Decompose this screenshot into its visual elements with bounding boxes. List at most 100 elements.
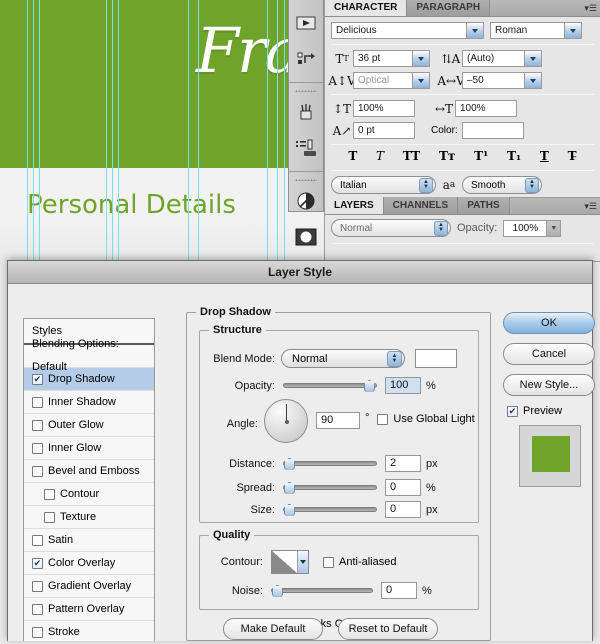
all-caps-button[interactable]: TT [402, 149, 421, 163]
dialog-footer-buttons[interactable]: Make Default Reset to Default [223, 618, 438, 640]
guide-line-8[interactable] [267, 0, 268, 262]
style-list-item[interactable]: Texture [24, 506, 154, 529]
layer-opacity-select[interactable]: 100% ▼ [503, 219, 562, 237]
style-enable-checkbox[interactable] [32, 373, 43, 385]
chevron-down-icon[interactable] [413, 50, 430, 67]
font-style-value[interactable]: Roman [490, 22, 565, 39]
style-enable-checkbox[interactable] [32, 534, 43, 546]
guide-line-9[interactable] [277, 0, 278, 262]
guide-line-7[interactable] [198, 0, 199, 262]
style-enable-checkbox[interactable] [32, 557, 43, 569]
chevron-down-icon[interactable] [467, 22, 484, 39]
style-list-item[interactable]: Inner Shadow [24, 391, 154, 414]
stepper-icon[interactable]: ▲ ▼ [419, 177, 433, 193]
slider-knob[interactable] [283, 457, 295, 470]
anti-aliased-checkbox[interactable] [323, 556, 334, 568]
style-enable-checkbox[interactable] [44, 511, 55, 523]
font-size-value[interactable]: 36 pt [353, 50, 413, 67]
preview-row[interactable]: Preview [507, 405, 595, 417]
opacity-input[interactable]: 100 [385, 377, 421, 394]
chevron-down-icon[interactable] [565, 22, 582, 39]
size-input[interactable]: 0 [385, 501, 421, 518]
guide-line-4[interactable] [112, 0, 113, 262]
size-slider[interactable] [283, 503, 377, 516]
guide-line-2[interactable] [39, 0, 40, 262]
noise-slider[interactable] [271, 584, 373, 597]
style-enable-checkbox[interactable] [44, 488, 55, 500]
document-canvas[interactable]: Fra Personal Details [0, 0, 330, 262]
layer-blend-mode-select[interactable]: Normal ▲ ▼ [331, 219, 451, 237]
baseline-shift-value[interactable]: 0 pt [353, 122, 415, 139]
kerning-value[interactable]: Optical [353, 72, 413, 89]
vertical-scale-value[interactable]: 100% [353, 100, 415, 117]
slider-knob[interactable] [283, 503, 295, 516]
spread-slider[interactable] [283, 481, 377, 494]
subscript-button[interactable]: T₁ [506, 149, 522, 163]
layers-panel[interactable]: LAYERS CHANNELS PATHS ▾☰ Normal ▲ ▼ Opaci… [324, 197, 600, 262]
style-list-item[interactable]: Pattern Overlay [24, 598, 154, 621]
tab-character[interactable]: CHARACTER [325, 0, 408, 16]
text-color-swatch[interactable] [461, 122, 524, 139]
panel-menu-icon[interactable]: ▾☰ [584, 3, 597, 14]
chevron-down-icon[interactable] [525, 50, 542, 67]
font-size-select[interactable]: 36 pt [353, 50, 430, 67]
small-caps-button[interactable]: Tт [438, 149, 456, 163]
underline-button[interactable]: T [539, 149, 550, 163]
cancel-button[interactable]: Cancel [503, 343, 595, 365]
language-select[interactable]: Italian ▲ ▼ [331, 176, 436, 194]
reset-to-default-button[interactable]: Reset to Default [338, 618, 438, 640]
horizontal-scale-value[interactable]: 100% [455, 100, 517, 117]
distance-input[interactable]: 2 [385, 455, 421, 472]
style-enable-checkbox[interactable] [32, 626, 43, 638]
guide-line-3[interactable] [106, 0, 107, 262]
guide-line-10[interactable] [284, 0, 285, 262]
tool-options-strip[interactable] [288, 0, 324, 246]
chevron-down-icon[interactable] [297, 551, 308, 573]
tab-layers[interactable]: LAYERS [325, 197, 384, 214]
guide-line-1[interactable] [33, 0, 34, 262]
clone-stamp-tool-icon[interactable] [289, 130, 323, 166]
play-tool-icon[interactable] [289, 5, 323, 41]
faux-italic-button[interactable]: T [375, 149, 385, 163]
faux-bold-button[interactable]: T [347, 149, 358, 163]
style-enable-checkbox[interactable] [32, 465, 43, 477]
tracking-value[interactable]: –50 [462, 72, 525, 89]
new-style-button[interactable]: New Style... [503, 374, 595, 396]
dodge-burn-tool-icon[interactable] [289, 183, 323, 219]
stepper-icon[interactable]: ▲ ▼ [525, 177, 539, 193]
opacity-slider[interactable] [283, 379, 377, 392]
styles-list-resize-handle[interactable] [161, 318, 171, 641]
leading-value[interactable]: (Auto) [462, 50, 525, 67]
slider-knob[interactable] [363, 379, 375, 392]
brush-tool-icon[interactable] [289, 94, 323, 130]
strikethrough-button[interactable]: T̵ [567, 149, 578, 163]
font-family-value[interactable]: Delicious [331, 22, 467, 39]
contour-preset-select[interactable] [271, 550, 309, 574]
chevron-down-icon[interactable] [525, 72, 542, 89]
style-enable-checkbox[interactable] [32, 603, 43, 615]
style-list-item[interactable]: Color Overlay [24, 552, 154, 575]
slider-knob[interactable] [283, 481, 295, 494]
kerning-select[interactable]: Optical [353, 72, 430, 89]
panel-menu-icon[interactable]: ▾☰ [584, 201, 597, 212]
style-enable-checkbox[interactable] [32, 442, 43, 454]
character-panel-tabs[interactable]: CHARACTER PARAGRAPH ▾☰ [325, 0, 600, 17]
make-default-button[interactable]: Make Default [223, 618, 323, 640]
tab-paths[interactable]: PATHS [458, 197, 510, 214]
tab-paragraph[interactable]: PARAGRAPH [407, 0, 491, 16]
style-list-item[interactable]: Inner Glow [24, 437, 154, 460]
font-family-select[interactable]: Delicious [331, 22, 484, 39]
tracking-select[interactable]: –50 [462, 72, 542, 89]
guide-line-5[interactable] [118, 0, 119, 262]
stepper-icon[interactable]: ▲ ▼ [387, 350, 402, 367]
style-list-item[interactable]: Gradient Overlay [24, 575, 154, 598]
type-style-buttons[interactable]: T T TT Tт T¹ T₁ T T̵ [325, 145, 600, 165]
character-panel[interactable]: CHARACTER PARAGRAPH ▾☰ Delicious Roman T… [324, 0, 600, 198]
style-enable-checkbox[interactable] [32, 396, 43, 408]
styles-list-items[interactable]: Blending Options: DefaultDrop Shadow Inne… [24, 338, 154, 644]
style-list-item[interactable]: Blending Options: Default [24, 338, 154, 373]
layer-opacity-value[interactable]: 100% [503, 219, 548, 237]
slider-knob[interactable] [272, 584, 284, 597]
style-enable-checkbox[interactable] [32, 580, 43, 592]
style-enable-checkbox[interactable] [32, 419, 43, 431]
